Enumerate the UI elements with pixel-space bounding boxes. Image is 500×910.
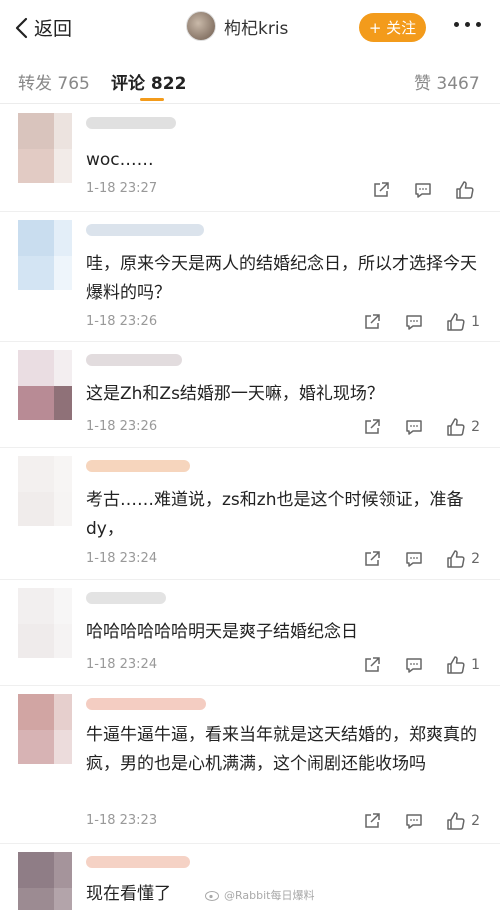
reply-icon[interactable] bbox=[404, 655, 424, 675]
comment-actions: 2 bbox=[340, 811, 480, 831]
weibo-logo-icon bbox=[205, 891, 219, 901]
comment-item: woc…… 1-18 23:27 bbox=[0, 105, 500, 212]
more-options-icon[interactable] bbox=[454, 22, 481, 27]
active-tab-indicator bbox=[140, 98, 164, 101]
avatar[interactable] bbox=[18, 220, 72, 290]
comment-time: 1-18 23:26 bbox=[86, 314, 158, 329]
back-label: 返回 bbox=[34, 18, 73, 40]
username-blurred[interactable] bbox=[86, 698, 206, 710]
username-blurred[interactable] bbox=[86, 354, 182, 366]
comment-actions: 2 bbox=[340, 549, 480, 569]
like-count: 1 bbox=[471, 314, 480, 330]
reply-icon[interactable] bbox=[413, 180, 433, 200]
like-button[interactable] bbox=[455, 180, 480, 200]
thumbs-up-icon bbox=[456, 181, 474, 199]
avatar[interactable] bbox=[18, 350, 72, 420]
tab-likes[interactable]: 赞 3467 bbox=[414, 69, 480, 94]
like-button[interactable]: 2 bbox=[446, 417, 480, 437]
share-icon[interactable] bbox=[362, 549, 382, 569]
like-button[interactable]: 2 bbox=[446, 549, 480, 569]
share-icon[interactable] bbox=[371, 180, 391, 200]
comment-actions bbox=[349, 180, 480, 200]
reply-icon[interactable] bbox=[404, 312, 424, 332]
like-count: 2 bbox=[471, 419, 480, 435]
comment-time: 1-18 23:24 bbox=[86, 657, 158, 672]
username-blurred[interactable] bbox=[86, 460, 190, 472]
share-icon[interactable] bbox=[362, 655, 382, 675]
avatar[interactable] bbox=[18, 113, 72, 183]
comment-time: 1-18 23:27 bbox=[86, 181, 158, 196]
share-icon[interactable] bbox=[362, 312, 382, 332]
username-blurred[interactable] bbox=[86, 592, 166, 604]
comment-time: 1-18 23:24 bbox=[86, 551, 158, 566]
tab-bar: 转发 765 评论 822 赞 3467 bbox=[0, 56, 500, 104]
avatar[interactable] bbox=[18, 852, 72, 910]
comment-time: 1-18 23:26 bbox=[86, 419, 158, 434]
avatar[interactable] bbox=[18, 694, 72, 764]
like-count: 2 bbox=[471, 551, 480, 567]
username-blurred[interactable] bbox=[86, 856, 190, 868]
thumbs-up-icon bbox=[447, 812, 465, 830]
share-icon[interactable] bbox=[362, 811, 382, 831]
profile-header[interactable]: 枸杞kris bbox=[186, 11, 288, 41]
share-icon[interactable] bbox=[362, 417, 382, 437]
comment-time: 1-18 23:23 bbox=[86, 813, 158, 828]
comment-item: 哇，原来今天是两人的结婚纪念日，所以才选择今天爆料的吗？ 1-18 23:26 … bbox=[0, 212, 500, 342]
comment-actions: 1 bbox=[340, 655, 480, 675]
like-button[interactable]: 1 bbox=[446, 312, 480, 332]
comment-item: 哈哈哈哈哈哈明天是爽子结婚纪念日 1-18 23:24 1 bbox=[0, 580, 500, 686]
comment-text: 牛逼牛逼牛逼，看来当年就是这天结婚的，郑爽真的疯，男的也是心机满满，这个闹剧还能… bbox=[86, 725, 477, 774]
comment-text: 哈哈哈哈哈哈明天是爽子结婚纪念日 bbox=[86, 622, 358, 642]
avatar[interactable] bbox=[18, 588, 72, 658]
back-button[interactable]: 返回 bbox=[14, 14, 72, 41]
avatar[interactable] bbox=[186, 11, 216, 41]
thumbs-up-icon bbox=[447, 656, 465, 674]
username-blurred[interactable] bbox=[86, 117, 176, 129]
watermark: @Rabbit每日爆料 bbox=[205, 887, 314, 903]
top-bar: 返回 枸杞kris + 关注 bbox=[0, 0, 500, 56]
comment-item: 这是Zh和Zs结婚那一天嘛，婚礼现场？ 1-18 23:26 2 bbox=[0, 342, 500, 448]
like-button[interactable]: 1 bbox=[446, 655, 480, 675]
comment-actions: 2 bbox=[340, 417, 480, 437]
thumbs-up-icon bbox=[447, 550, 465, 568]
comment-text: 这是Zh和Zs结婚那一天嘛，婚礼现场？ bbox=[86, 384, 384, 404]
avatar[interactable] bbox=[18, 456, 72, 526]
reply-icon[interactable] bbox=[404, 549, 424, 569]
like-button[interactable]: 2 bbox=[446, 811, 480, 831]
like-count: 1 bbox=[471, 657, 480, 673]
follow-button[interactable]: + 关注 bbox=[359, 13, 426, 42]
comment-text: 哇，原来今天是两人的结婚纪念日，所以才选择今天爆料的吗？ bbox=[86, 254, 477, 303]
comment-text: woc…… bbox=[86, 150, 154, 170]
reply-icon[interactable] bbox=[404, 811, 424, 831]
thumbs-up-icon bbox=[447, 418, 465, 436]
username-blurred[interactable] bbox=[86, 224, 204, 236]
comment-item: 考古……难道说，zs和zh也是这个时候领证，准备dy， 1-18 23:24 2 bbox=[0, 448, 500, 580]
profile-name[interactable]: 枸杞kris bbox=[224, 14, 288, 39]
chevron-left-icon bbox=[15, 17, 28, 38]
tab-repost[interactable]: 转发 765 bbox=[18, 69, 90, 94]
comment-actions: 1 bbox=[340, 312, 480, 332]
like-count: 2 bbox=[471, 813, 480, 829]
comment-text: 考古……难道说，zs和zh也是这个时候领证，准备dy， bbox=[86, 490, 464, 539]
comment-item: 牛逼牛逼牛逼，看来当年就是这天结婚的，郑爽真的疯，男的也是心机满满，这个闹剧还能… bbox=[0, 686, 500, 844]
watermark-text: @Rabbit每日爆料 bbox=[224, 889, 315, 902]
tab-comments[interactable]: 评论 822 bbox=[111, 69, 186, 94]
reply-icon[interactable] bbox=[404, 417, 424, 437]
thumbs-up-icon bbox=[447, 313, 465, 331]
